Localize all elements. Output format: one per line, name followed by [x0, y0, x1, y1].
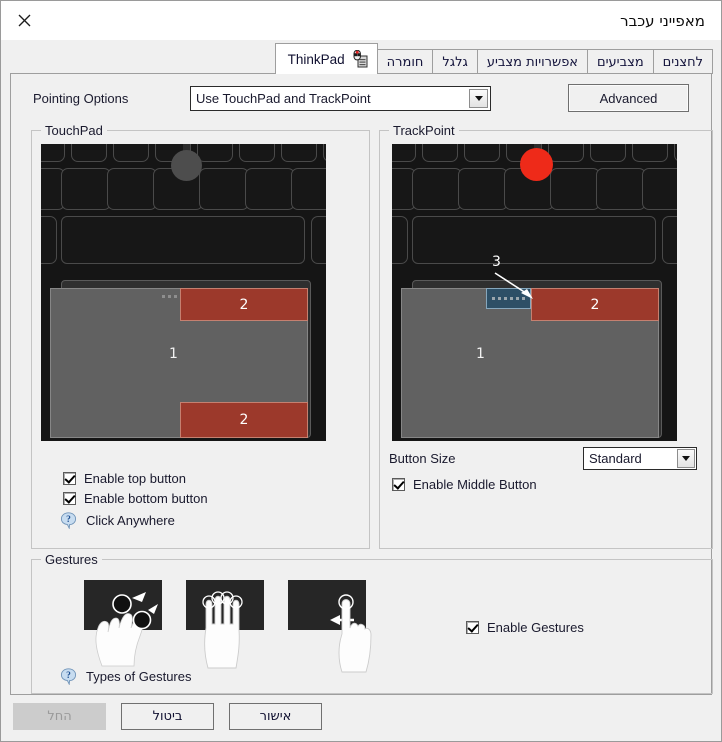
page-title: מאפייני עכבר: [620, 11, 705, 30]
apply-button[interactable]: החל: [13, 703, 106, 730]
touchpad-bottom-button-region: 2: [180, 402, 308, 438]
ok-button[interactable]: אישור: [229, 703, 322, 730]
mouse-properties-window: מאפייני עכבר לחצנים מצביעים אפשרויות מצב…: [0, 0, 722, 742]
close-icon[interactable]: [1, 2, 47, 40]
help-question-icon: ?: [60, 512, 77, 530]
enable-gestures-checkbox[interactable]: Enable Gestures: [466, 620, 584, 635]
pointing-options-select[interactable]: Use TouchPad and TrackPoint: [190, 86, 491, 111]
button-size-value: Standard: [589, 451, 642, 466]
enable-gestures-label: Enable Gestures: [487, 620, 584, 635]
tab-thinkpad[interactable]: ThinkPad: [274, 43, 378, 74]
svg-text:?: ?: [66, 515, 71, 525]
three-finger-tap-gesture-image: [182, 580, 282, 670]
tab-pointers[interactable]: מצביעים: [587, 49, 654, 74]
pointing-options-label: Pointing Options: [33, 91, 129, 106]
click-anywhere-link[interactable]: ? Click Anywhere: [60, 512, 175, 530]
tab-thinkpad-label: ThinkPad: [287, 51, 345, 67]
pinch-zoom-gesture-image: [80, 580, 180, 670]
trackpoint-group-title: TrackPoint: [389, 123, 459, 138]
advanced-button[interactable]: Advanced: [568, 84, 689, 112]
touchpad-pad-label: 1: [169, 346, 178, 362]
svg-text:?: ?: [66, 671, 71, 681]
button-size-label: Button Size: [389, 451, 456, 466]
types-of-gestures-label: Types of Gestures: [86, 669, 192, 684]
trackpoint-nub: [520, 148, 553, 181]
checkbox-box[interactable]: [63, 472, 76, 485]
title-bar: מאפייני עכבר: [1, 1, 721, 40]
enable-top-button-checkbox[interactable]: Enable top button: [63, 471, 186, 486]
touchpad-group: TouchPad 1 2 2 Enable top button Enable …: [31, 123, 370, 549]
pointing-options-row: Pointing Options Use TouchPad and TrackP…: [31, 84, 699, 114]
tab-wheel[interactable]: גלגל: [432, 49, 478, 74]
checkbox-box[interactable]: [466, 621, 479, 634]
help-question-icon: ?: [60, 668, 77, 686]
trackpoint-illustration: 1 2 3: [392, 144, 677, 441]
touchpad-illustration: 1 2 2: [41, 144, 326, 441]
types-of-gestures-link[interactable]: ? Types of Gestures: [60, 668, 192, 686]
click-anywhere-label: Click Anywhere: [86, 513, 175, 528]
trackpoint-group: TrackPoint 1 2 3 Button Size Standard En…: [379, 123, 713, 549]
enable-middle-button-checkbox[interactable]: Enable Middle Button: [392, 477, 537, 492]
tab-strip: לחצנים מצביעים אפשרויות מצביע גלגל חומרה…: [1, 40, 721, 74]
thinkpad-tab-panel: Pointing Options Use TouchPad and TrackP…: [10, 73, 713, 695]
thinkpad-mouse-icon: [351, 49, 369, 68]
chevron-down-icon[interactable]: [677, 449, 695, 468]
enable-top-button-label: Enable top button: [84, 471, 186, 486]
tab-pointer-options[interactable]: אפשרויות מצביע: [476, 49, 589, 74]
enable-bottom-button-checkbox[interactable]: Enable bottom button: [63, 491, 208, 506]
trackpoint-right-button-region: 2: [531, 288, 659, 321]
pointing-options-value: Use TouchPad and TrackPoint: [196, 91, 371, 106]
chevron-down-icon[interactable]: [469, 89, 488, 108]
one-finger-swipe-gesture-image: [284, 580, 384, 673]
touchpad-top-button-region: 2: [180, 288, 308, 321]
trackpoint-middle-button-callout: 3: [492, 254, 501, 270]
enable-middle-button-label: Enable Middle Button: [413, 477, 537, 492]
cancel-button[interactable]: ביטול: [121, 703, 214, 730]
tab-buttons[interactable]: לחצנים: [652, 49, 713, 74]
enable-bottom-button-label: Enable bottom button: [84, 491, 208, 506]
touchpad-group-title: TouchPad: [41, 123, 107, 138]
tab-hardware[interactable]: חומרה: [376, 49, 434, 74]
checkbox-box[interactable]: [63, 492, 76, 505]
checkbox-box[interactable]: [392, 478, 405, 491]
dialog-footer: החל ביטול אישור: [1, 695, 721, 741]
gestures-group-title: Gestures: [41, 552, 102, 567]
trackpoint-pad-label: 1: [476, 346, 485, 362]
gestures-group: Gestures Enable Gestures ? Types of Gest…: [31, 552, 713, 694]
button-size-select[interactable]: Standard: [583, 447, 697, 470]
